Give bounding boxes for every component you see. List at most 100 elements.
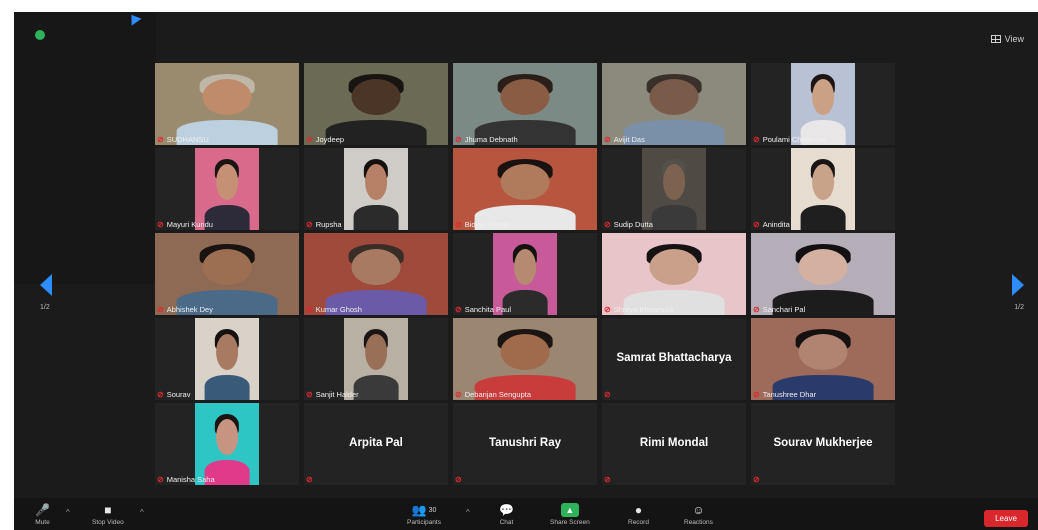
participants-button[interactable]: 👥 30 Participants bbox=[407, 503, 441, 526]
page-indicator-right: 1/2 bbox=[1014, 304, 1024, 311]
pointer-icon bbox=[126, 11, 142, 26]
participant-tile[interactable]: ⊘ Manisha Saha bbox=[155, 403, 299, 485]
mic-muted-icon: ⊘ bbox=[306, 135, 313, 144]
participant-name: Poulami Chatterjee bbox=[762, 135, 827, 144]
mic-muted-icon: ⊘ bbox=[753, 305, 760, 314]
participant-tile[interactable]: ⊘ Debanjan Sengupta bbox=[453, 318, 597, 400]
mic-muted-icon: ⊘ bbox=[306, 220, 313, 229]
share-screen-label: Share Screen bbox=[550, 519, 590, 526]
participant-tile[interactable]: ⊘ Mayuri Kundu bbox=[155, 148, 299, 230]
person-face bbox=[812, 79, 834, 116]
participant-name: Joydeep bbox=[315, 135, 345, 144]
person-face bbox=[514, 249, 536, 286]
stop-video-button[interactable]: ■ Stop Video bbox=[92, 503, 124, 526]
participant-tile[interactable]: Arpita Pal ⊘ bbox=[304, 403, 448, 485]
mic-muted-icon: ⊘ bbox=[753, 475, 760, 484]
participants-chevron-icon[interactable]: ^ bbox=[466, 508, 470, 517]
participant-name-bar: ⊘ Abhishek Dey bbox=[157, 305, 297, 314]
participant-name: Abhishek Dey bbox=[166, 305, 213, 314]
participant-name: Sanchari Pal bbox=[762, 305, 806, 314]
participant-name-bar: ⊘ Jhuma Debnath bbox=[455, 135, 595, 144]
participant-tile[interactable]: Sourav Mukherjee ⊘ bbox=[751, 403, 895, 485]
participant-tile[interactable]: ⊘ Sanchita Paul bbox=[453, 233, 597, 315]
participant-name: Sudip Dutta bbox=[613, 220, 653, 229]
participant-name: SUDHANSU bbox=[166, 135, 209, 144]
participant-name-bar: ⊘ SUDHANSU bbox=[157, 135, 297, 144]
participant-name-bar: ⊘ Manisha Saha bbox=[157, 475, 297, 484]
participant-name-bar: ⊘ Debanjan Sengupta bbox=[455, 390, 595, 399]
mic-muted-icon: ⊘ bbox=[455, 305, 462, 314]
mic-muted-icon: ⊘ bbox=[306, 390, 313, 399]
gallery-view-icon bbox=[990, 35, 1001, 43]
mic-muted-icon: ⊘ bbox=[157, 475, 164, 484]
person-face bbox=[798, 334, 848, 371]
mic-muted-icon: ⊘ bbox=[604, 475, 611, 484]
participant-tile[interactable]: ⊘ Tanushree Dhar bbox=[751, 318, 895, 400]
participant-tile[interactable]: ⊘ Avijit Das bbox=[602, 63, 746, 145]
participant-tile[interactable]: Tanushri Ray ⊘ bbox=[453, 403, 597, 485]
participant-display-name: Samrat Bhattacharya bbox=[616, 352, 732, 364]
person-face bbox=[216, 164, 238, 201]
participant-name-bar: ⊘ Sourav bbox=[157, 390, 297, 399]
video-options-chevron-icon[interactable]: ^ bbox=[140, 508, 144, 517]
participant-name: Kumar Ghosh bbox=[315, 305, 362, 314]
participant-tile[interactable]: ⊘ Sanjit Halder bbox=[304, 318, 448, 400]
participant-video bbox=[453, 148, 597, 230]
participant-tile[interactable]: ⊘ SUDHANSU bbox=[155, 63, 299, 145]
prev-page-arrow-icon[interactable] bbox=[40, 274, 52, 296]
person-face bbox=[365, 334, 387, 371]
participant-name: Bidyut Ghosh bbox=[464, 220, 510, 229]
participant-video bbox=[602, 233, 746, 315]
participant-tile[interactable]: Samrat Bhattacharya ⊘ bbox=[602, 318, 746, 400]
participant-name-bar: ⊘ Sanchita Paul bbox=[455, 305, 595, 314]
participant-tile[interactable]: ⊘ Anindita bbox=[751, 148, 895, 230]
participant-video bbox=[493, 233, 557, 315]
participant-tile[interactable]: Rimi Mondal ⊘ bbox=[602, 403, 746, 485]
mic-muted-icon: ⊘ bbox=[157, 220, 164, 229]
person-face bbox=[351, 79, 401, 116]
page-indicator-left: 1/2 bbox=[40, 304, 50, 311]
mic-muted-icon: ⊘ bbox=[604, 135, 611, 144]
share-screen-button[interactable]: ▲ Share Screen bbox=[550, 503, 590, 526]
person-face bbox=[216, 419, 238, 456]
participant-name-bar: ⊘ Sanchari Pal bbox=[753, 305, 893, 314]
leave-button[interactable]: Leave bbox=[984, 510, 1028, 527]
participant-tile[interactable]: ⊘ Sudip Dutta bbox=[602, 148, 746, 230]
participant-tile[interactable]: ⊘ Sourav bbox=[155, 318, 299, 400]
participant-tile[interactable]: ⊘ Kumar Ghosh bbox=[304, 233, 448, 315]
security-shield-icon[interactable] bbox=[35, 30, 45, 40]
chat-button[interactable]: 💬 Chat bbox=[499, 503, 514, 526]
participant-display-name: Tanushri Ray bbox=[489, 437, 561, 449]
participant-name-bar: ⊘ bbox=[753, 475, 893, 484]
participant-tile[interactable]: ⊘ Jhuma Debnath bbox=[453, 63, 597, 145]
record-button[interactable]: ● Record bbox=[628, 503, 649, 526]
participant-tile[interactable]: ⊘ Rupsha bbox=[304, 148, 448, 230]
mic-muted-icon: ⊘ bbox=[455, 220, 462, 229]
participant-name-bar: ⊘ bbox=[604, 390, 744, 399]
mic-muted-icon: ⊘ bbox=[455, 475, 462, 484]
participant-name: Rupsha bbox=[315, 220, 342, 229]
reactions-button[interactable]: ☺ Reactions bbox=[684, 503, 713, 526]
participant-tile[interactable]: ⊘ Sanchari Pal bbox=[751, 233, 895, 315]
mute-label: Mute bbox=[35, 519, 50, 526]
record-icon: ● bbox=[634, 503, 643, 517]
participant-tile[interactable]: ⊘ Abhishek Dey bbox=[155, 233, 299, 315]
mic-muted-icon: ⊘ bbox=[604, 305, 611, 314]
mic-muted-icon: ⊘ bbox=[306, 305, 313, 314]
audio-options-chevron-icon[interactable]: ^ bbox=[66, 508, 70, 517]
person-face bbox=[500, 164, 550, 201]
chat-label: Chat bbox=[499, 519, 514, 526]
view-button[interactable]: View bbox=[990, 34, 1024, 44]
next-page-arrow-icon[interactable] bbox=[1012, 274, 1024, 296]
person-face bbox=[202, 79, 252, 116]
participant-tile[interactable]: ⊘ Bidyut Ghosh bbox=[453, 148, 597, 230]
mute-button[interactable]: 🎤 Mute bbox=[35, 503, 50, 526]
participant-name: Sourav bbox=[166, 390, 191, 399]
participant-name-bar: ⊘ bbox=[306, 475, 446, 484]
participant-tile[interactable]: ⊘ Joydeep bbox=[304, 63, 448, 145]
participant-tile[interactable]: ⊘ Poulami Chatterjee bbox=[751, 63, 895, 145]
participant-name: Sanchita Paul bbox=[464, 305, 511, 314]
participant-tile[interactable]: ⊘ Shreya Bhowmick bbox=[602, 233, 746, 315]
stop-video-label: Stop Video bbox=[92, 519, 124, 526]
participant-display-name: Rimi Mondal bbox=[639, 437, 709, 449]
